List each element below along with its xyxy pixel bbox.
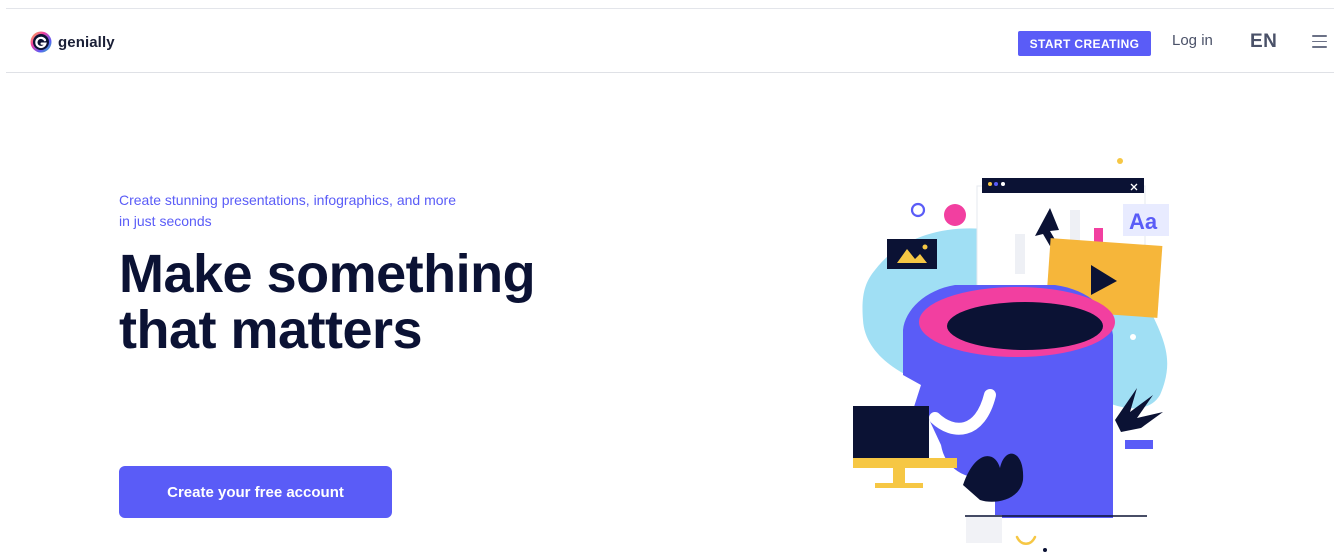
login-link[interactable]: Log in [1172, 32, 1213, 49]
create-free-account-button[interactable]: Create your free account [119, 466, 392, 518]
brand-name: genially [58, 33, 115, 51]
outline-circle [910, 202, 926, 218]
yellow-arc [1015, 535, 1037, 545]
monitor-stand [893, 468, 905, 484]
monitor-foot [875, 483, 923, 488]
site-header: genially START CREATING Log in EN [6, 10, 1334, 73]
language-selector[interactable]: EN [1250, 31, 1277, 53]
menu-line [1312, 40, 1327, 43]
head-opening [947, 302, 1103, 350]
font-badge-text: Aa [1129, 209, 1158, 234]
start-creating-button[interactable]: START CREATING [1018, 31, 1151, 56]
hero-subtitle: Create stunning presentations, infograph… [119, 192, 456, 229]
image-sun [922, 244, 928, 250]
menu-line [1312, 35, 1327, 37]
window-dot-blue [994, 182, 998, 186]
image-card [887, 239, 937, 269]
hero-title-line-2: that matters [119, 300, 423, 360]
hero-illustration: Aa [853, 158, 1169, 552]
pot [966, 515, 1002, 543]
menu-line [1312, 46, 1327, 48]
monitor-screen [853, 406, 929, 464]
monitor-base [853, 458, 957, 468]
hero-title: Make something that matters [119, 246, 719, 358]
hero-title-line-1: Make something [119, 244, 536, 304]
yellow-dot [1117, 158, 1123, 164]
blue-chip [1125, 440, 1153, 449]
genially-logo[interactable]: genially [30, 31, 115, 53]
top-strip [6, 0, 1334, 9]
hero-section: Create stunning presentations, infograph… [119, 190, 719, 358]
browser-titlebar [982, 178, 1144, 193]
hamburger-menu-icon[interactable] [1312, 35, 1327, 48]
bottom-dot [1043, 548, 1047, 552]
window-dot-white [1001, 182, 1005, 186]
pink-circle [944, 204, 966, 226]
genially-logo-icon [30, 31, 52, 53]
window-dot-yellow [988, 182, 992, 186]
white-dot [1130, 334, 1136, 340]
window-bar [1015, 234, 1025, 274]
